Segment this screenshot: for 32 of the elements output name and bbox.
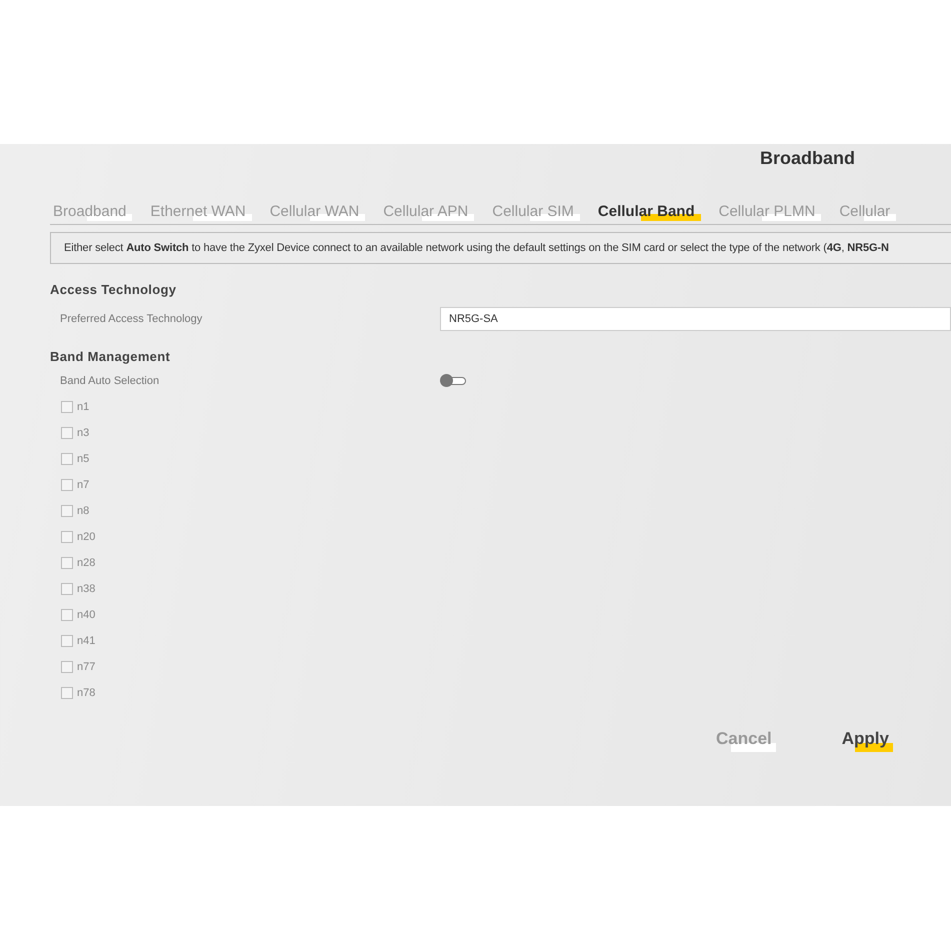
field-label: Band Auto Selection — [60, 374, 160, 386]
field-label: Preferred Access Technology — [60, 313, 204, 325]
band-label: n78 — [77, 687, 96, 699]
band-checkbox[interactable] — [61, 687, 73, 699]
band-label: n5 — [77, 453, 90, 465]
band-label: n7 — [77, 479, 90, 491]
band-label: n1 — [77, 401, 90, 413]
band-checkbox[interactable] — [61, 531, 73, 543]
band-checkbox[interactable] — [61, 583, 73, 595]
band-label: n77 — [77, 661, 96, 673]
info-message: Either select Auto Switch to have the Zyxel Device connect to an available network using the default settings on the SIM card or select the type of the network (4G, NR5G-N — [50, 232, 951, 264]
access-technology-dropdown[interactable]: NR5G-SA — [440, 307, 951, 331]
band-label: n38 — [77, 583, 96, 595]
section-heading: Band Management — [50, 349, 172, 364]
band-checkbox[interactable] — [61, 401, 73, 413]
band-checkbox[interactable] — [61, 479, 73, 491]
section-heading: Access Technology — [50, 282, 178, 297]
band-label: n3 — [77, 427, 90, 439]
band-checkbox[interactable] — [61, 609, 73, 621]
band-checkbox[interactable] — [61, 661, 73, 673]
band-label: n40 — [77, 609, 96, 621]
band-label: n41 — [77, 635, 96, 647]
band-label: n8 — [77, 505, 90, 517]
band-checkbox[interactable] — [61, 427, 73, 439]
band-checkbox[interactable] — [61, 557, 73, 569]
page-title: Broadband — [760, 148, 856, 170]
band-auto-toggle[interactable] — [440, 374, 468, 387]
band-label: n20 — [77, 531, 96, 543]
band-label: n28 — [77, 557, 96, 569]
band-checkbox[interactable] — [61, 505, 73, 517]
band-checkbox[interactable] — [61, 635, 73, 647]
band-checkbox[interactable] — [61, 453, 73, 465]
